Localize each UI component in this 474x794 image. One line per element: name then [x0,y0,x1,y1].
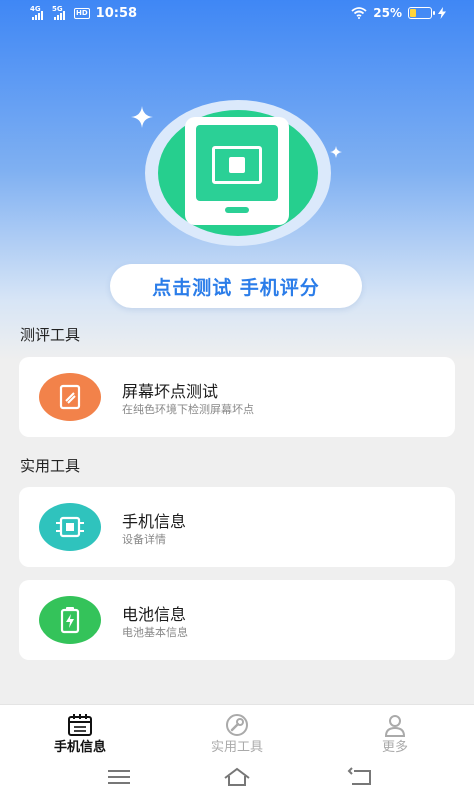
screen-test-icon [39,373,101,421]
hd-badge: HD [74,8,90,19]
wrench-icon [226,714,248,736]
card-subtitle: 设备详情 [122,533,166,546]
system-nav-bar [0,760,474,794]
bottom-nav: 手机信息 实用工具 更多 [0,704,474,760]
calendar-icon [68,714,92,736]
user-icon [384,715,406,737]
card-subtitle: 电池基本信息 [122,626,188,639]
hero-chip-icon [212,146,262,184]
battery-indicator-icon [408,7,435,19]
card-subtitle: 在纯色环境下检测屏幕坏点 [122,403,254,416]
menu-icon[interactable] [104,766,134,788]
nav-label: 实用工具 [210,740,263,755]
card-title: 电池信息 [122,605,187,624]
card-screen-test[interactable]: 屏幕坏点测试 在纯色环境下检测屏幕坏点 [19,357,455,437]
card-title: 手机信息 [122,512,187,531]
home-icon[interactable] [222,766,252,788]
battery-icon [39,596,101,644]
status-left: 4G 5G HD 10:58 [30,4,138,22]
status-right: 25% [351,6,446,20]
nav-label: 更多 [381,740,408,755]
signal-5g-label: 5G [52,4,63,13]
phone-home-bar [225,207,249,213]
sparkle-small-icon [330,146,342,158]
status-bar: 4G 5G HD 10:58 25% [0,0,474,28]
back-icon[interactable] [346,766,376,788]
start-test-button[interactable]: 点击测试 手机评分 [110,264,362,308]
battery-fill [410,9,416,17]
signal-4g-icon: 4G [30,4,48,20]
charging-bolt-icon [438,7,446,19]
sparkle-icon [131,106,153,128]
card-phone-info[interactable]: 手机信息 设备详情 [19,487,455,567]
nav-tab-utilities[interactable]: 实用工具 [177,705,297,761]
status-time: 10:58 [95,6,138,21]
chip-icon [39,503,101,551]
signal-4g-label: 4G [30,4,41,13]
card-title: 屏幕坏点测试 [122,382,219,401]
signal-5g-icon: 5G [52,4,70,20]
nav-tab-phone-info[interactable]: 手机信息 [20,705,140,761]
card-battery-info[interactable]: 电池信息 电池基本信息 [19,580,455,660]
section-title-utilities: 实用工具 [20,457,81,475]
section-title-evaluation: 测评工具 [20,326,81,344]
nav-label: 手机信息 [53,740,106,755]
wifi-icon [351,7,367,19]
battery-percent: 25% [373,6,402,20]
nav-tab-more[interactable]: 更多 [335,705,455,761]
